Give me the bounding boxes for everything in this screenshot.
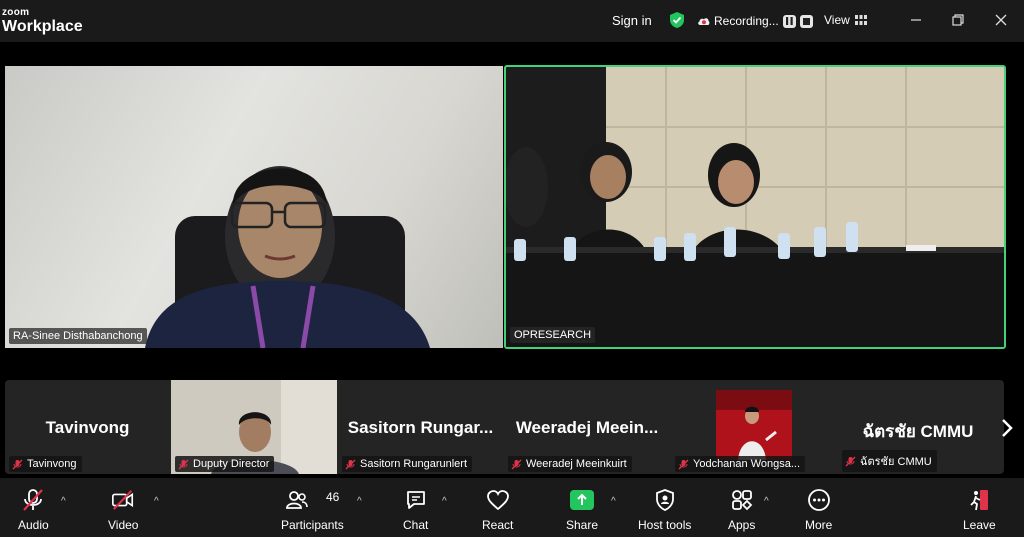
recording-indicator[interactable]: Recording... [697, 14, 813, 28]
gallery-tile-tavinvong[interactable]: Tavinvong Tavinvong [5, 380, 170, 474]
close-icon [995, 14, 1007, 26]
chat-button[interactable]: Chat [403, 488, 428, 532]
participant-name-label: Sasitorn Rungarunlert [342, 456, 473, 472]
heart-icon [486, 490, 509, 511]
host-tools-label: Host tools [638, 518, 692, 532]
video-options-caret[interactable]: ^ [154, 496, 159, 507]
stop-recording-button[interactable] [799, 14, 813, 28]
participant-name-label: Duputy Director [175, 456, 275, 472]
grid-icon [854, 15, 867, 25]
pause-recording-button[interactable] [782, 14, 796, 28]
video-label: Video [108, 518, 139, 532]
apps-button[interactable]: Apps [728, 488, 755, 532]
gallery-label-text: ฉัตรชัย CMMU [860, 456, 932, 468]
share-screen-icon [570, 490, 595, 510]
recording-label: Recording... [714, 14, 779, 28]
gallery-tile-weeradej[interactable]: Weeradej Meein... Weeradej Meeinkuirt [504, 380, 670, 474]
participant-name-label: Tavinvong [9, 456, 82, 472]
mic-muted-icon [23, 489, 44, 511]
participant-name-label: OPRESEARCH [510, 327, 596, 343]
chat-icon [406, 491, 425, 509]
more-button[interactable]: More [805, 488, 832, 532]
cloud-recording-icon [698, 18, 710, 25]
audio-options-caret[interactable]: ^ [61, 496, 66, 507]
brand-top: zoom [2, 7, 30, 18]
gallery-label-text: Tavinvong [27, 458, 77, 470]
video-tile-opresearch[interactable]: OPRESEARCH [504, 65, 1006, 349]
pause-icon [785, 17, 793, 25]
zoom-logo: zoom Workplace [2, 8, 83, 35]
participant-name-label: Yodchanan Wongsa... [675, 456, 806, 472]
leave-icon [970, 490, 989, 511]
minimize-button[interactable] [906, 10, 926, 30]
meeting-toolbar: Audio ^ Video ^ Participants 46 ^ Chat ^… [0, 478, 1024, 537]
more-label: More [805, 518, 833, 532]
gallery-label-text: Weeradej Meeinkuirt [526, 458, 627, 470]
gallery-tile-chatchai[interactable]: ฉัตรชัย CMMU ฉัตรชัย CMMU [838, 380, 998, 474]
chevron-right-icon[interactable] [997, 416, 1017, 440]
title-bar: zoom Workplace Sign in Recording... View [0, 0, 1024, 42]
share-label: Share [566, 518, 599, 532]
chat-options-caret[interactable]: ^ [442, 496, 447, 507]
encryption-shield-icon[interactable] [668, 11, 686, 29]
audio-label: Audio [18, 518, 49, 532]
sign-in-link[interactable]: Sign in [612, 13, 652, 28]
participant-name-label: RA-Sinee Disthabanchong [9, 328, 147, 344]
host-tools-button[interactable]: Host tools [638, 488, 691, 532]
video-off-icon [112, 490, 134, 510]
shield-icon [655, 489, 674, 511]
participant-display-name: Weeradej Meein... [515, 418, 659, 437]
participant-video [145, 166, 430, 348]
leave-button[interactable]: Leave [963, 488, 996, 532]
participants-label: Participants [281, 518, 344, 532]
participant-avatar [716, 390, 792, 460]
chat-label: Chat [403, 518, 429, 532]
view-label: View [824, 13, 850, 27]
share-options-caret[interactable]: ^ [611, 496, 616, 507]
participant-video [506, 67, 1004, 347]
apps-icon [731, 490, 752, 511]
react-button[interactable]: React [482, 488, 513, 532]
mic-off-icon [178, 459, 189, 469]
participant-name-label: Weeradej Meeinkuirt [508, 456, 632, 472]
apps-options-caret[interactable]: ^ [764, 496, 769, 507]
mic-off-icon [845, 456, 856, 466]
restore-icon [952, 14, 964, 26]
gallery-tile-sasitorn[interactable]: Sasitorn Rungar... Sasitorn Rungarunlert [338, 380, 503, 474]
participant-display-name: Sasitorn Rungar... [347, 418, 494, 437]
participants-options-caret[interactable]: ^ [357, 496, 362, 507]
participants-count: 46 [326, 490, 340, 504]
mic-off-icon [12, 459, 23, 469]
participants-icon [286, 491, 309, 509]
gallery-tile-yodchanan[interactable]: Yodchanan Wongsa... [671, 380, 837, 474]
more-icon [807, 489, 830, 511]
audio-button[interactable]: Audio [18, 488, 49, 532]
video-button[interactable]: Video [108, 488, 138, 532]
participant-name-label: ฉัตรชัย CMMU [842, 450, 937, 472]
minimize-icon [911, 19, 921, 21]
video-tile-ra-sinee[interactable]: RA-Sinee Disthabanchong [5, 66, 503, 348]
mic-off-icon [678, 459, 689, 469]
participant-display-name: ฉัตรชัย CMMU [862, 422, 974, 441]
gallery-label-text: Duputy Director [193, 458, 270, 470]
leave-label: Leave [963, 518, 996, 532]
gallery-label-text: Yodchanan Wongsa... [693, 458, 801, 470]
participant-display-name: Tavinvong [45, 418, 130, 437]
gallery-tile-duputy-director[interactable]: Duputy Director [171, 380, 337, 474]
share-button[interactable]: Share [566, 488, 598, 532]
stop-icon [802, 17, 810, 25]
brand-bottom: Workplace [2, 18, 83, 35]
gallery-label-text: Sasitorn Rungarunlert [360, 458, 468, 470]
mic-off-icon [511, 459, 522, 469]
view-button[interactable]: View [824, 13, 867, 27]
close-button[interactable] [991, 10, 1011, 30]
react-label: React [482, 518, 514, 532]
apps-label: Apps [728, 518, 756, 532]
restore-button[interactable] [948, 10, 968, 30]
gallery-strip: Tavinvong Tavinvong Duputy Director Sasi… [5, 380, 1004, 474]
mic-off-icon [345, 459, 356, 469]
